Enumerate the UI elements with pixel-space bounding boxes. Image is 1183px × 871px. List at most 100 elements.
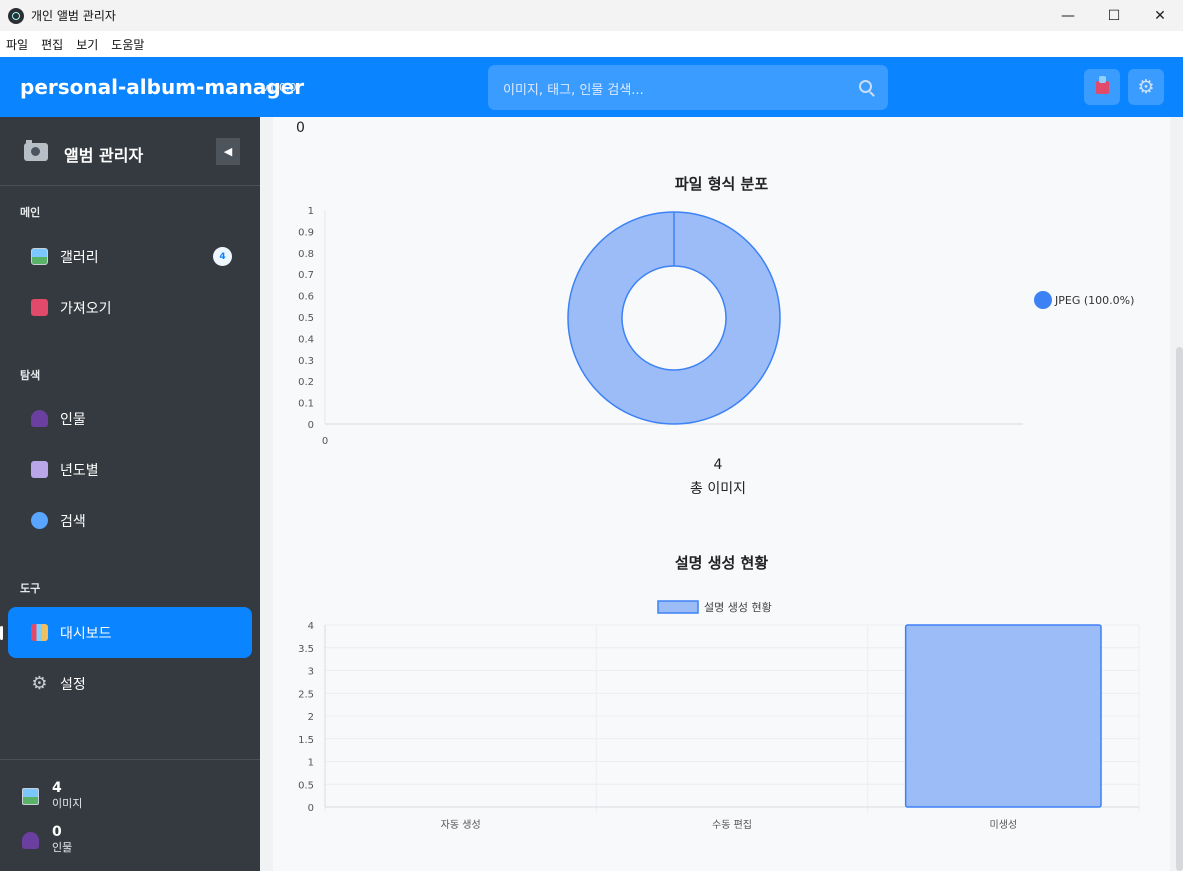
total-value: 4: [714, 457, 723, 473]
sidebar-item-label: 설정: [60, 676, 86, 693]
search-icon: [859, 80, 872, 93]
y-tick-label: 0.9: [298, 227, 314, 238]
y-tick-label: 0.3: [298, 356, 314, 367]
y-tick-label: 2: [308, 712, 314, 723]
maximize-button[interactable]: ☐: [1091, 0, 1137, 31]
stat-value: 0: [296, 120, 305, 136]
menu-view[interactable]: 보기: [76, 36, 98, 53]
x-tick-label: 수동 편집: [712, 819, 752, 831]
menu-bar: 파일 편집 보기 도움말: [0, 31, 1183, 57]
menu-file[interactable]: 파일: [6, 36, 28, 53]
search-input[interactable]: 이미지, 태그, 인물 검색...: [488, 65, 888, 110]
settings-button[interactable]: ⚙: [1128, 69, 1164, 105]
sidebar-stats: 4 이미지 0 인물: [0, 759, 260, 871]
gallery-icon: [22, 788, 39, 805]
people-count-label: 인물: [52, 841, 73, 854]
gear-icon: ⚙: [1137, 75, 1155, 98]
app-header: personal-album-manager v1.0.0 이미지, 태그, 인…: [0, 57, 1183, 117]
section-main: 메인: [20, 206, 41, 219]
gallery-count-badge: 4: [213, 247, 232, 266]
dashboard-main: 0 파일 형식 분포 0 0.1 0.2 0.3 0.4 0.5 0.6 0.7 0.8 0.9 1…: [260, 117, 1183, 871]
window-title: 개인 앨범 관리자: [31, 9, 116, 23]
close-button[interactable]: ✕: [1137, 0, 1183, 31]
sidebar-item-dashboard[interactable]: 대시보드: [8, 607, 252, 658]
y-tick-label: 0.6: [298, 292, 314, 303]
active-indicator: [0, 626, 3, 640]
sidebar-item-label: 가져오기: [60, 300, 112, 317]
app-icon: [8, 7, 24, 24]
total-label: 총 이미지: [690, 481, 746, 497]
x-tick-label: 자동 생성: [441, 819, 481, 831]
y-tick-label: 0.7: [298, 270, 314, 281]
y-tick-label: 0.8: [298, 249, 314, 260]
y-tick-label: 3: [308, 667, 314, 678]
caption-status-chart: 0 0.5 1 1.5 2 2.5 3 3.5 4 자동 생성 수동 편집 미생성 설명 생성 현황: [298, 600, 1140, 831]
y-tick-label: 0.2: [298, 377, 314, 388]
sidebar-item-label: 인물: [60, 411, 86, 428]
sidebar-item-gallery[interactable]: 갤러리 4: [8, 231, 252, 282]
scrollbar-thumb[interactable]: [1176, 347, 1183, 871]
sidebar-item-settings[interactable]: ⚙ 설정: [8, 658, 252, 709]
import-icon: [1095, 75, 1109, 94]
calendar-icon: [31, 461, 48, 478]
y-tick-label: 1: [308, 758, 314, 769]
menu-help[interactable]: 도움말: [111, 36, 144, 53]
y-tick-label: 0.5: [298, 780, 314, 791]
gallery-icon: [31, 248, 48, 265]
bar: [904, 624, 1102, 808]
y-tick-label: 0: [308, 420, 314, 431]
search-icon: [31, 512, 48, 529]
person-icon: [31, 410, 48, 427]
image-count: 4: [52, 780, 62, 796]
sidebar-item-import[interactable]: 가져오기: [8, 282, 252, 333]
y-tick-label: 0: [308, 803, 314, 814]
gear-icon: ⚙: [31, 673, 48, 694]
section-explore: 탐색: [20, 369, 41, 382]
sidebar-item-people[interactable]: 인물: [8, 393, 252, 444]
legend-swatch: [657, 600, 699, 614]
main-scrollbar[interactable]: [1176, 117, 1183, 871]
section-tools: 도구: [20, 582, 41, 595]
x-tick-label: 미생성: [990, 819, 1018, 831]
chart-icon: [31, 624, 48, 641]
y-tick-label: 0.1: [298, 399, 314, 410]
window-controls: — ☐ ✕: [1045, 0, 1183, 31]
sidebar-item-label: 대시보드: [60, 625, 112, 642]
sidebar-item-label: 검색: [60, 513, 86, 530]
import-button[interactable]: [1084, 69, 1120, 105]
x-tick-label: 0: [322, 436, 328, 447]
sidebar-item-search[interactable]: 검색: [8, 495, 252, 546]
title-bar: 개인 앨범 관리자 — ☐ ✕: [0, 0, 1183, 31]
sidebar: 앨범 관리자 ◀ 메인 갤러리 4 가져오기 탐색 인물 년도별 검색 도구 대…: [0, 117, 260, 871]
y-tick-label: 2.5: [298, 689, 314, 700]
sidebar-item-label: 갤러리: [60, 249, 99, 266]
import-icon: [31, 299, 48, 316]
image-count-stat: 4 이미지: [22, 780, 82, 811]
sidebar-item-label: 년도별: [60, 462, 99, 479]
collapse-sidebar-button[interactable]: ◀: [216, 138, 240, 165]
menu-edit[interactable]: 편집: [41, 36, 63, 53]
caption-chart-title: 설명 생성 현황: [674, 554, 769, 572]
y-tick-label: 0.4: [298, 334, 314, 345]
format-distribution-chart: 0 0.1 0.2 0.3 0.4 0.5 0.6 0.7 0.8 0.9 1 0 JPEG (100.…: [298, 206, 1134, 497]
sidebar-header: 앨범 관리자 ◀: [0, 117, 260, 186]
image-count-label: 이미지: [52, 797, 83, 810]
people-count: 0: [52, 824, 62, 840]
pie-hole: [621, 265, 727, 371]
y-tick-label: 0.5: [298, 313, 314, 324]
people-count-stat: 0 인물: [22, 824, 72, 855]
camera-icon: [24, 140, 48, 161]
legend-label: 설명 생성 현황: [704, 601, 772, 614]
legend-label: JPEG (100.0%): [1054, 294, 1134, 307]
version-label: v1.0.0: [262, 81, 297, 94]
minimize-button[interactable]: —: [1045, 0, 1091, 31]
dashboard-card: 0 파일 형식 분포 0 0.1 0.2 0.3 0.4 0.5 0.6 0.7 0.8 0.9 1…: [273, 117, 1170, 871]
y-tick-label: 1: [308, 206, 314, 217]
y-tick-label: 1.5: [298, 735, 314, 746]
legend-swatch: [1034, 291, 1052, 309]
sidebar-item-by-year[interactable]: 년도별: [8, 444, 252, 495]
format-chart-title: 파일 형식 분포: [674, 175, 769, 193]
y-tick-label: 4: [308, 621, 314, 632]
search-placeholder: 이미지, 태그, 인물 검색...: [503, 83, 644, 98]
person-icon: [22, 832, 39, 849]
